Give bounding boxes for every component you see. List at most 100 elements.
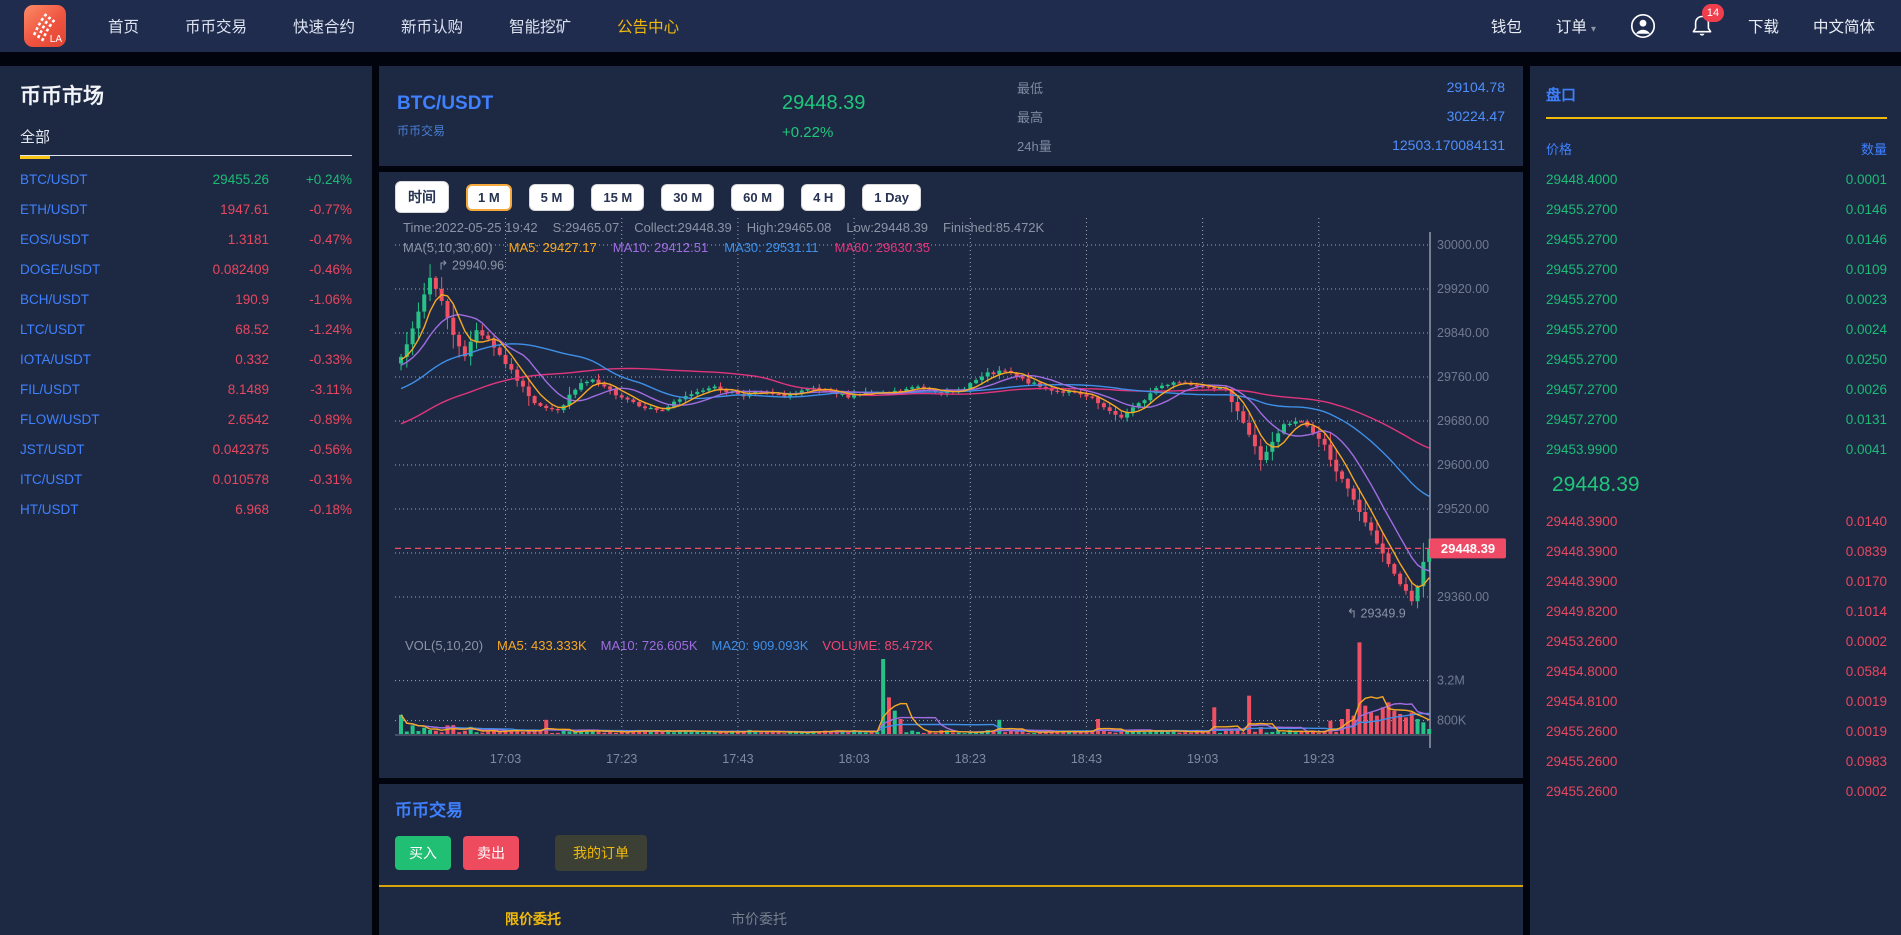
order-type-tabs: 限价委托 市价委托 xyxy=(395,909,1507,929)
interval-button[interactable]: 1 Day xyxy=(862,184,921,211)
market-pair-row[interactable]: LTC/USDT68.52-1.24% xyxy=(20,314,352,344)
main-column: BTC/USDT 币币交易 29448.39 +0.22% 最低29104.78… xyxy=(379,66,1523,935)
orderbook-row[interactable]: 29448.40000.0001 xyxy=(1546,164,1887,194)
orderbook-row[interactable]: 29455.27000.0250 xyxy=(1546,344,1887,374)
stat-label: 24h量 xyxy=(1017,136,1052,155)
ma-value: MA10: 29412.51 xyxy=(613,240,708,255)
ob-amount: 0.0146 xyxy=(1846,202,1887,217)
nav-item[interactable]: 智能挖矿 xyxy=(509,15,571,37)
order-type-tab[interactable]: 市价委托 xyxy=(731,909,787,929)
orderbook-row[interactable]: 29449.82000.1014 xyxy=(1546,596,1887,626)
interval-toolbar: 时间 1 M 5 M 15 M 30 M 60 M 4 H 1 Day xyxy=(395,182,1507,212)
ob-price: 29454.8000 xyxy=(1546,664,1617,679)
market-pair-row[interactable]: DOGE/USDT0.082409-0.46% xyxy=(20,254,352,284)
pair-price: 1.3181 xyxy=(159,232,269,247)
ob-amount: 0.0146 xyxy=(1846,232,1887,247)
my-orders-button[interactable]: 我的订单 xyxy=(555,835,647,871)
ohlc-value: S:29465.07 xyxy=(553,220,620,235)
tab-all-markets[interactable]: 全部 xyxy=(20,126,50,159)
orderbook-row[interactable]: 29455.26000.0002 xyxy=(1546,776,1887,806)
stat-value: 30224.47 xyxy=(1447,108,1505,124)
market-pair-row[interactable]: JST/USDT0.042375-0.56% xyxy=(20,434,352,464)
nav-language-select[interactable]: 中文简体 xyxy=(1813,15,1875,37)
market-pair-row[interactable]: ITC/USDT0.010578-0.31% xyxy=(20,464,352,494)
interval-button[interactable]: 1 M xyxy=(466,184,512,211)
top-navbar: LA 首页 币币交易 快速合约 新币认购 智能挖矿 公告中心 钱包 订单▾ 14 下载 中… xyxy=(0,0,1901,52)
market-pair-row[interactable]: FIL/USDT8.1489-3.11% xyxy=(20,374,352,404)
ob-price: 29455.2700 xyxy=(1546,352,1617,367)
volume-legend-line: VOL(5,10,20)MA5: 433.333KMA10: 726.605KM… xyxy=(405,638,947,653)
ob-amount: 0.0002 xyxy=(1846,634,1887,649)
buy-button[interactable]: 买入 xyxy=(395,836,451,870)
orderbook-row[interactable]: 29453.26000.0002 xyxy=(1546,626,1887,656)
nav-wallet-link[interactable]: 钱包 xyxy=(1491,15,1522,37)
orderbook-row[interactable]: 29454.81000.0019 xyxy=(1546,686,1887,716)
orderbook-row[interactable]: 29455.27000.0109 xyxy=(1546,254,1887,284)
orderbook-row[interactable]: 29455.27000.0024 xyxy=(1546,314,1887,344)
market-pair-row[interactable]: BCH/USDT190.9-1.06% xyxy=(20,284,352,314)
pair-change: -0.31% xyxy=(269,472,352,487)
svg-text:29360.00: 29360.00 xyxy=(1437,590,1489,604)
orderbook-row[interactable]: 29455.27000.0146 xyxy=(1546,194,1887,224)
orderbook-row[interactable]: 29457.27000.0131 xyxy=(1546,404,1887,434)
orderbook-row[interactable]: 29455.27000.0023 xyxy=(1546,284,1887,314)
ma-legend-line: MA(5,10,30,60)MA5: 29427.17MA10: 29412.5… xyxy=(403,240,946,255)
pair-change: -0.18% xyxy=(269,502,352,517)
nav-item[interactable]: 首页 xyxy=(108,15,139,37)
nav-item[interactable]: 币币交易 xyxy=(185,15,247,37)
market-pair-row[interactable]: FLOW/USDT2.6542-0.89% xyxy=(20,404,352,434)
sell-button[interactable]: 卖出 xyxy=(463,836,519,870)
ohlc-value: Collect:29448.39 xyxy=(634,220,732,235)
ob-price: 29448.3900 xyxy=(1546,514,1617,529)
orderbook-row[interactable]: 29455.26000.0019 xyxy=(1546,716,1887,746)
interval-button[interactable]: 30 M xyxy=(661,184,714,211)
orderbook-row[interactable]: 29455.27000.0146 xyxy=(1546,224,1887,254)
market-pair-row[interactable]: BTC/USDT29455.26+0.24% xyxy=(20,164,352,194)
divider xyxy=(1546,117,1887,119)
nav-item[interactable]: 公告中心 xyxy=(617,15,679,37)
account-avatar-button[interactable] xyxy=(1630,13,1656,39)
market-pair-row[interactable]: EOS/USDT1.3181-0.47% xyxy=(20,224,352,254)
ob-amount: 0.0983 xyxy=(1846,754,1887,769)
pair-price: 2.6542 xyxy=(159,412,269,427)
market-pair-row[interactable]: HT/USDT6.968-0.18% xyxy=(20,494,352,524)
orderbook-sidebar: 盘口 价格 数量 29448.40000.000129455.27000.014… xyxy=(1530,66,1901,935)
svg-text:29448.39: 29448.39 xyxy=(1441,541,1495,556)
orderbook-row[interactable]: 29455.2600 0.0983 xyxy=(1546,746,1887,776)
ob-price: 29455.2600 xyxy=(1546,754,1617,769)
nav-item[interactable]: 快速合约 xyxy=(293,15,355,37)
interval-button[interactable]: 4 H xyxy=(801,184,845,211)
pair-change: -1.06% xyxy=(269,292,352,307)
ob-amount: 0.0170 xyxy=(1846,574,1887,589)
pair-price: 6.968 xyxy=(159,502,269,517)
time-label-button[interactable]: 时间 xyxy=(395,181,449,213)
pair-change: -0.77% xyxy=(269,202,352,217)
ob-amount: 0.0001 xyxy=(1846,172,1887,187)
nav-item[interactable]: 新币认购 xyxy=(401,15,463,37)
orderbook-row[interactable]: 29448.3900 0.0170 xyxy=(1546,566,1887,596)
orderbook-row[interactable]: 29448.39000.0839 xyxy=(1546,536,1887,566)
pair-name: HT/USDT xyxy=(20,502,159,517)
orderbook-row[interactable]: 29453.99000.0041 xyxy=(1546,434,1887,464)
orderbook-row[interactable]: 29448.39000.0140 xyxy=(1546,506,1887,536)
orderbook-current-price: 29448.39 xyxy=(1546,464,1887,506)
svg-text:800K: 800K xyxy=(1437,714,1467,728)
interval-button[interactable]: 5 M xyxy=(529,184,575,211)
brand-logo[interactable]: LA xyxy=(24,5,66,47)
interval-button[interactable]: 15 M xyxy=(591,184,644,211)
market-pair-row[interactable]: ETH/USDT1947.61-0.77% xyxy=(20,194,352,224)
orderbook-row[interactable]: 29454.80000.0584 xyxy=(1546,656,1887,686)
ohlc-value: Time:2022-05-25 19:42 xyxy=(403,220,538,235)
pair-change: -0.46% xyxy=(269,262,352,277)
nav-download-link[interactable]: 下载 xyxy=(1748,15,1779,37)
nav-orders-menu[interactable]: 订单▾ xyxy=(1556,15,1596,37)
orderbook-row[interactable]: 29457.27000.0026 xyxy=(1546,374,1887,404)
ob-price: 29448.3900 xyxy=(1546,574,1617,589)
ob-amount: 0.0041 xyxy=(1846,442,1887,457)
svg-text:18:03: 18:03 xyxy=(838,752,869,766)
interval-button[interactable]: 60 M xyxy=(731,184,784,211)
candlestick-chart[interactable]: 30000.0029920.0029840.0029760.0029680.00… xyxy=(395,218,1507,778)
order-type-tab[interactable]: 限价委托 xyxy=(505,909,561,929)
market-pair-row[interactable]: IOTA/USDT0.332-0.33% xyxy=(20,344,352,374)
notifications-button[interactable]: 14 xyxy=(1690,13,1714,39)
